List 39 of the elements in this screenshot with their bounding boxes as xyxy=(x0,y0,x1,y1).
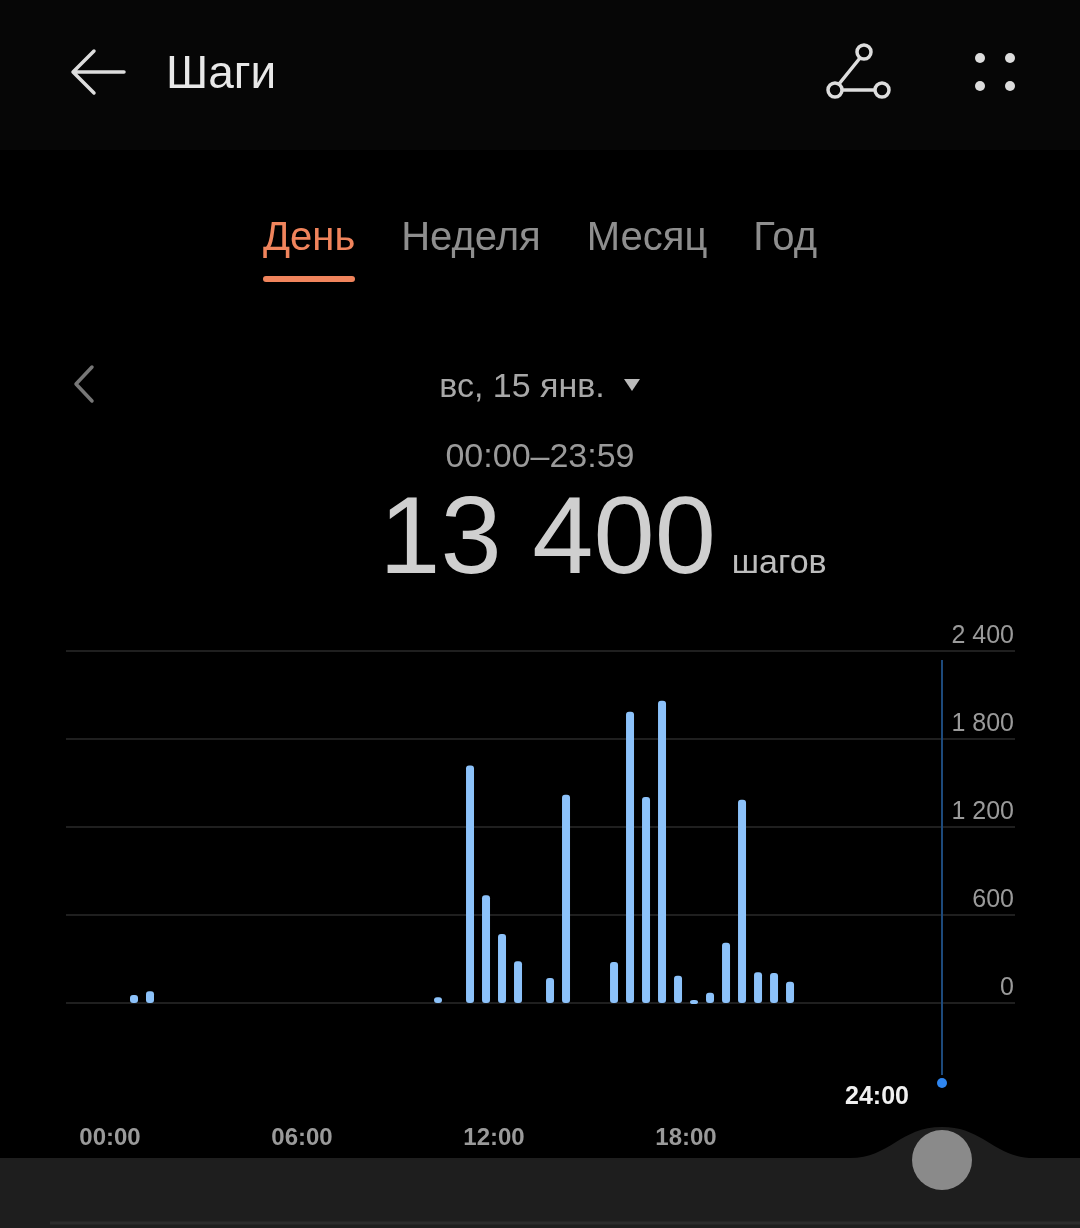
chart-bar xyxy=(130,994,138,1003)
chart-bar xyxy=(434,997,442,1003)
step-count: 13 400 xyxy=(379,480,716,590)
chart-bar xyxy=(722,942,731,1003)
chart-bar xyxy=(514,961,522,1003)
y-axis-label: 1 200 xyxy=(951,796,1014,824)
x-axis-label: 06:00 xyxy=(271,1123,333,1150)
date-picker[interactable]: вс, 15 янв. xyxy=(439,365,641,405)
y-axis-label: 2 400 xyxy=(951,620,1014,648)
back-icon[interactable] xyxy=(68,47,128,97)
chart-bar xyxy=(146,991,154,1003)
y-axis-label: 0 xyxy=(1000,972,1014,1000)
y-axis-label: 1 800 xyxy=(951,708,1014,736)
chart-bar xyxy=(674,975,683,1003)
period-tab[interactable]: День xyxy=(262,208,356,284)
step-unit: шагов xyxy=(731,542,827,581)
x-axis-label: 00:00 xyxy=(79,1123,141,1150)
chart-bar xyxy=(770,972,779,1003)
chart-bar xyxy=(706,992,715,1003)
x-axis-label: 12:00 xyxy=(463,1123,525,1150)
chart-bar xyxy=(610,961,618,1003)
chart-bar xyxy=(690,1000,699,1005)
period-tab[interactable]: Неделя xyxy=(401,208,541,284)
period-tab[interactable]: Год xyxy=(753,208,818,284)
chart-bar xyxy=(786,981,795,1003)
chart-bar xyxy=(754,972,763,1003)
dropdown-icon xyxy=(622,378,641,392)
time-range: 00:00–23:59 xyxy=(445,435,635,476)
chart-bar xyxy=(546,978,554,1003)
chart-bar xyxy=(498,934,506,1003)
x-axis-label: 18:00 xyxy=(655,1123,717,1150)
cursor-dot xyxy=(937,1078,947,1088)
scrubber-handle[interactable] xyxy=(912,1130,972,1190)
period-tab[interactable]: Месяц xyxy=(586,208,708,284)
route-icon[interactable] xyxy=(826,42,892,102)
cursor-time: 24:00 xyxy=(845,1081,909,1109)
y-axis-label: 600 xyxy=(972,884,1014,912)
previous-icon[interactable] xyxy=(72,364,96,404)
screen-title: Шаги xyxy=(166,45,278,99)
